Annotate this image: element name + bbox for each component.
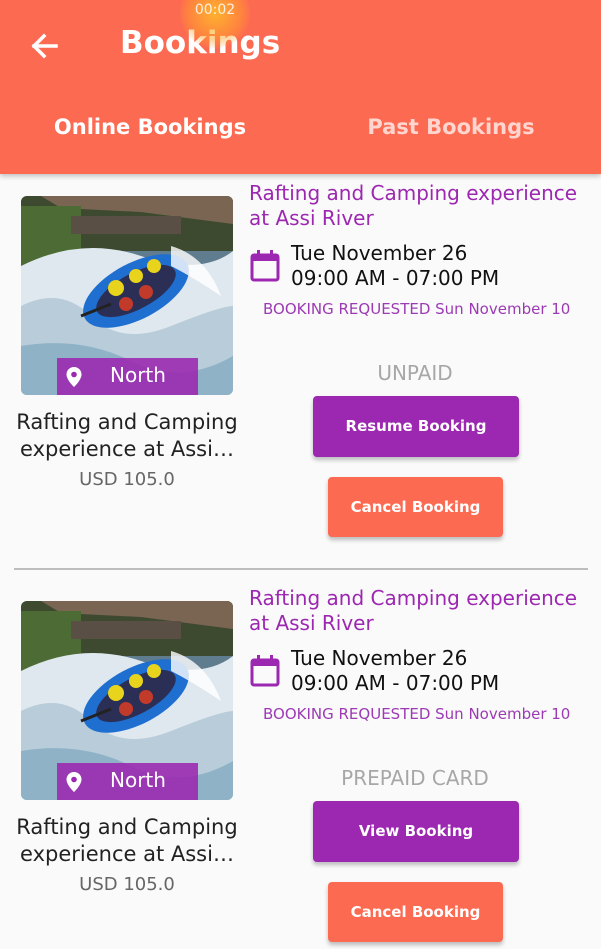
location-label: North bbox=[110, 768, 166, 792]
location-badge: North bbox=[57, 358, 198, 395]
experience-title-link[interactable]: Rafting and Camping experience at Assi R… bbox=[249, 586, 589, 636]
arrow-back-icon bbox=[31, 33, 58, 59]
tab-online-bookings[interactable]: Online Bookings bbox=[0, 115, 300, 139]
booking-time: 09:00 AM - 07:00 PM bbox=[291, 266, 500, 290]
location-badge: North bbox=[57, 763, 198, 800]
cancel-booking-button[interactable]: Cancel Booking bbox=[328, 477, 503, 537]
bookings-screen: Bookings Online Bookings Past Bookings 0… bbox=[0, 0, 601, 949]
cancel-booking-button[interactable]: Cancel Booking bbox=[328, 882, 503, 942]
booking-card[interactable]: North Rafting and Camping experience at … bbox=[0, 175, 601, 545]
back-button[interactable] bbox=[22, 24, 66, 68]
booking-date-time: Tue November 26 09:00 AM - 07:00 PM bbox=[291, 646, 499, 696]
experience-price: USD 105.0 bbox=[79, 874, 175, 895]
booking-date: Tue November 26 bbox=[291, 241, 468, 265]
card-divider bbox=[14, 568, 588, 570]
experience-image[interactable]: North bbox=[21, 196, 233, 395]
booking-date: Tue November 26 bbox=[291, 646, 468, 670]
payment-status: PREPAID CARD bbox=[341, 766, 489, 790]
active-tab-indicator bbox=[0, 170, 300, 174]
experience-price: USD 105.0 bbox=[79, 469, 175, 490]
experience-image[interactable]: North bbox=[21, 601, 233, 800]
calendar-icon bbox=[250, 655, 280, 687]
payment-status: UNPAID bbox=[377, 361, 453, 385]
booking-status: BOOKING REQUESTED Sun November 10 bbox=[263, 300, 571, 318]
tab-past-bookings[interactable]: Past Bookings bbox=[301, 115, 601, 139]
experience-name: Rafting and Camping experience at Assi… bbox=[16, 815, 238, 866]
view-booking-button[interactable]: View Booking bbox=[313, 801, 519, 862]
calendar-icon bbox=[250, 250, 280, 282]
location-pin-icon bbox=[66, 367, 82, 387]
resume-booking-button[interactable]: Resume Booking bbox=[313, 396, 519, 457]
location-pin-icon bbox=[66, 772, 82, 792]
app-bar: Bookings Online Bookings Past Bookings 0… bbox=[0, 0, 601, 174]
timer-text: 00:02 bbox=[194, 2, 236, 18]
booking-status: BOOKING REQUESTED Sun November 10 bbox=[263, 705, 571, 723]
booking-time: 09:00 AM - 07:00 PM bbox=[291, 671, 500, 695]
booking-date-time: Tue November 26 09:00 AM - 07:00 PM bbox=[291, 241, 499, 291]
experience-title-link[interactable]: Rafting and Camping experience at Assi R… bbox=[249, 181, 589, 231]
experience-name: Rafting and Camping experience at Assi… bbox=[16, 410, 238, 461]
location-label: North bbox=[110, 363, 166, 387]
booking-card[interactable]: North Rafting and Camping experience at … bbox=[0, 580, 601, 949]
